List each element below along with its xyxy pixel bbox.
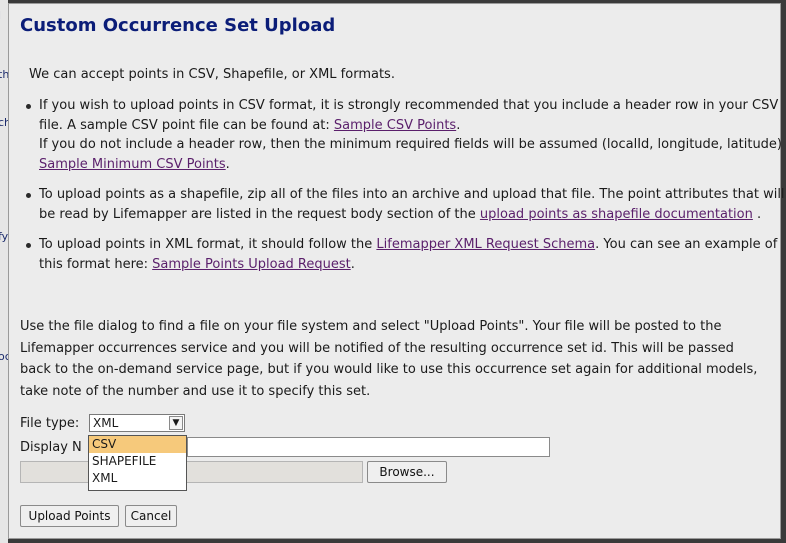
cancel-button[interactable]: Cancel: [125, 505, 177, 527]
upload-dialog: Custom Occurrence Set Upload We can acce…: [8, 3, 785, 539]
file-type-option-xml[interactable]: XML: [89, 470, 186, 487]
intro-text: We can accept points in CSV, Shapefile, …: [29, 67, 395, 82]
file-type-option-shapefile[interactable]: SHAPEFILE: [89, 453, 186, 470]
background-text-fragment: l: [0, 9, 1, 22]
background-text-fragment: fy: [0, 230, 9, 243]
dialog-title: Custom Occurrence Set Upload: [20, 15, 336, 36]
xml-text-end: .: [350, 256, 355, 272]
background-page-strip: [0, 0, 8, 543]
file-type-option-csv[interactable]: CSV: [89, 436, 186, 453]
file-type-value: XML: [93, 416, 119, 430]
list-item-shapefile: To upload points as a shapefile, zip all…: [26, 185, 786, 224]
sample-points-upload-link[interactable]: Sample Points Upload Request: [152, 257, 351, 272]
file-type-label: File type:: [20, 416, 80, 431]
file-type-dropdown-list: CSV SHAPEFILE XML: [88, 435, 187, 491]
sample-csv-link[interactable]: Sample CSV Points: [334, 118, 456, 133]
list-item-xml: To upload points in XML format, it shoul…: [26, 235, 786, 274]
upload-points-button[interactable]: Upload Points: [20, 505, 119, 527]
csv-text-end: .: [456, 117, 461, 133]
instructions-list: If you wish to upload points in CSV form…: [9, 96, 786, 285]
xml-schema-link[interactable]: Lifemapper XML Request Schema: [376, 237, 595, 252]
xml-text: To upload points in XML format, it shoul…: [39, 237, 377, 252]
list-item-csv: If you wish to upload points in CSV form…: [26, 96, 786, 174]
csv-minimum-text: If you do not include a header row, then…: [39, 137, 783, 152]
file-type-select[interactable]: XML ▼: [89, 414, 185, 432]
file-path-field[interactable]: [20, 461, 363, 483]
display-name-input[interactable]: [187, 437, 550, 457]
shapefile-doc-link[interactable]: upload points as shapefile documentation: [480, 207, 753, 222]
csv-minimum-end: .: [225, 156, 230, 172]
sample-minimum-csv-link[interactable]: Sample Minimum CSV Points: [39, 157, 226, 172]
display-name-label: Display N: [20, 440, 82, 455]
browse-button[interactable]: Browse...: [367, 461, 447, 483]
chevron-down-icon[interactable]: ▼: [169, 416, 183, 430]
shapefile-text-end: .: [752, 206, 762, 222]
upload-instructions: Use the file dialog to find a file on yo…: [20, 319, 758, 399]
